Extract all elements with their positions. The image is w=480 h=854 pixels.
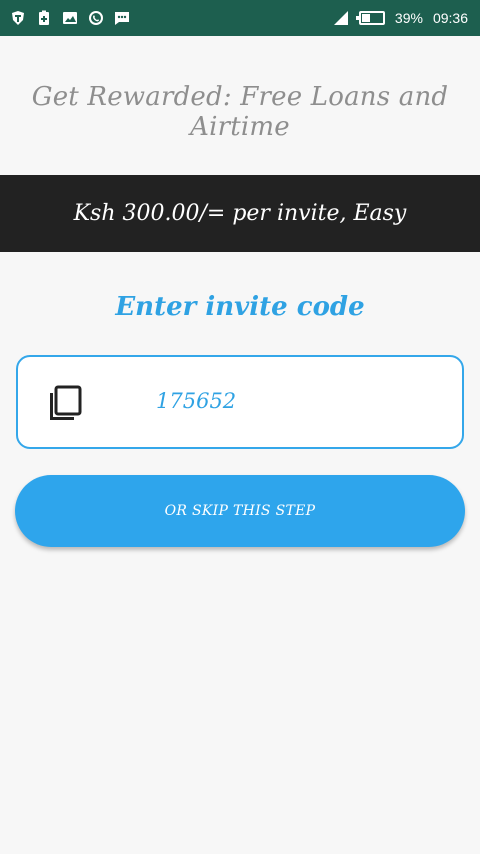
signal-icon <box>333 10 349 26</box>
invite-code-value[interactable]: 175652 <box>156 389 236 413</box>
promo-banner: Ksh 300.00/= per invite, Easy <box>0 175 480 252</box>
promo-text: Ksh 300.00/= per invite, Easy <box>73 201 407 226</box>
image-icon <box>62 10 78 26</box>
status-right-icons: 39% 09:36 <box>333 10 468 26</box>
skip-step-label: OR SKIP THIS STEP <box>164 503 316 519</box>
invite-code-card[interactable]: 175652 <box>16 355 464 449</box>
app-title: Get Rewarded: Free Loans and Airtime <box>31 82 449 142</box>
invite-code-heading: Enter invite code <box>115 292 365 322</box>
message-icon <box>114 10 130 26</box>
battery-percent: 39% <box>394 10 423 26</box>
status-left-icons <box>10 10 130 26</box>
battery-saver-icon <box>36 10 52 26</box>
status-bar: 39% 09:36 <box>0 0 480 36</box>
shield-app-icon <box>10 10 26 26</box>
whatsapp-icon <box>88 10 104 26</box>
skip-step-button[interactable]: OR SKIP THIS STEP <box>15 475 465 547</box>
battery-icon <box>355 11 385 25</box>
copy-icon[interactable] <box>46 385 82 421</box>
clock: 09:36 <box>432 10 468 26</box>
